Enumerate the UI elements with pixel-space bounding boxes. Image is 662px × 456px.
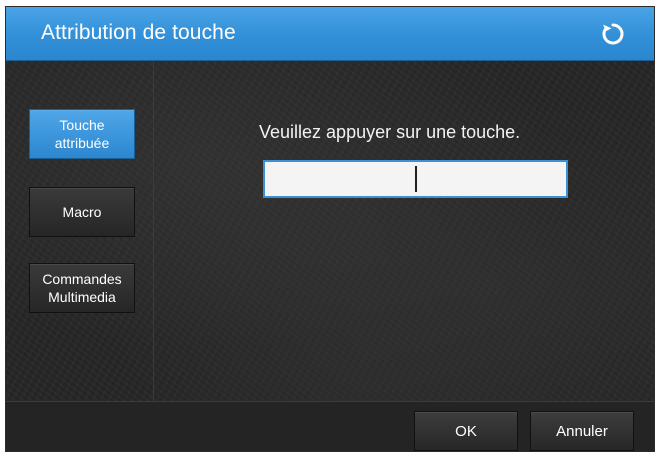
- cancel-button[interactable]: Annuler: [530, 411, 634, 451]
- sidebar: Touche attribuée Macro Commandes Multime…: [6, 61, 154, 401]
- key-assignment-dialog: Attribution de touche Touche attribuée M…: [5, 6, 655, 452]
- dialog-title: Attribution de touche: [41, 21, 236, 44]
- key-prompt: Veuillez appuyer sur une touche.: [259, 122, 521, 142]
- ok-button[interactable]: OK: [414, 411, 518, 451]
- content-area: Touche attribuée Macro Commandes Multime…: [6, 61, 654, 401]
- sidebar-item-assigned-key[interactable]: Touche attribuée: [29, 109, 135, 159]
- refresh-icon[interactable]: [600, 21, 626, 47]
- title-bar: Attribution de touche: [6, 7, 654, 61]
- dialog-footer: OK Annuler: [6, 401, 654, 451]
- sidebar-item-multimedia-commands[interactable]: Commandes Multimedia: [29, 263, 135, 313]
- text-caret: [415, 166, 417, 192]
- sidebar-item-macro[interactable]: Macro: [29, 187, 135, 237]
- key-capture-input[interactable]: [263, 160, 568, 198]
